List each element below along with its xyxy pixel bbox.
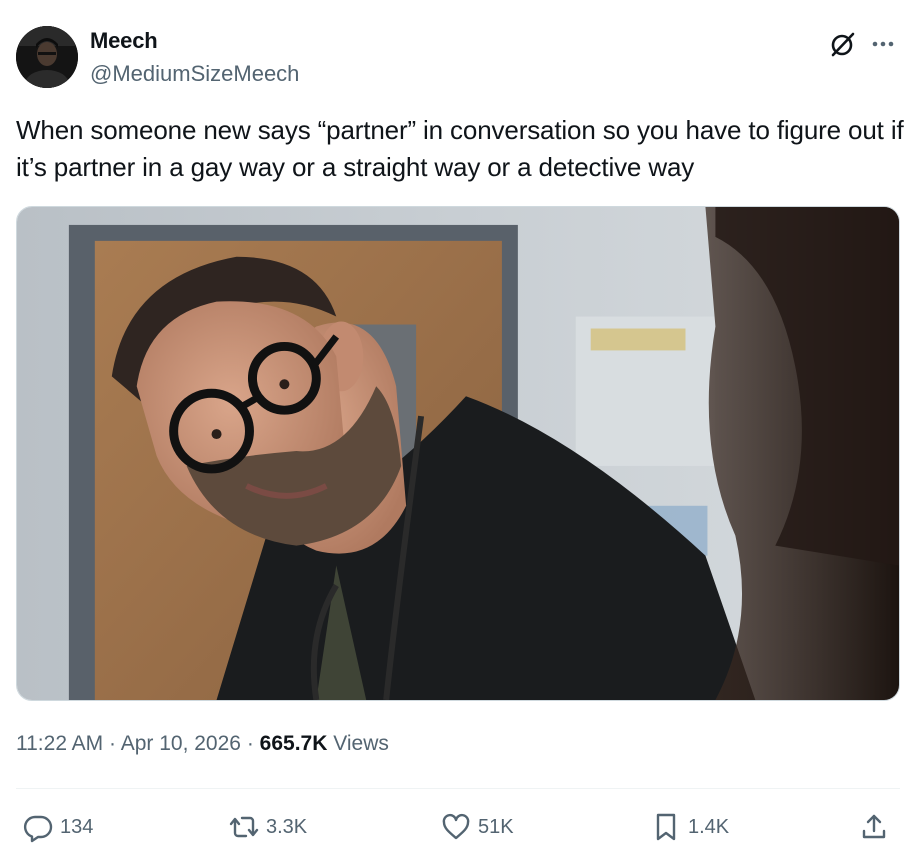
tweet-photo[interactable] (16, 206, 900, 701)
like-button[interactable]: 51K (440, 808, 514, 846)
grok-icon[interactable] (828, 30, 856, 58)
heart-icon (442, 813, 470, 840)
meta-separator: · (246, 732, 254, 755)
tweet-text: When someone new says “partner” in conve… (16, 115, 904, 182)
divider (16, 788, 900, 789)
tweet-meta: 11:22 AM · Apr 10, 2026 · 665.7K Views (16, 732, 389, 756)
reply-icon (23, 815, 53, 843)
bookmark-count: 1.4K (688, 815, 730, 838)
handle[interactable]: @MediumSizeMeech (90, 61, 299, 87)
tweet-date[interactable]: Apr 10, 2026 (121, 732, 241, 755)
repost-button[interactable]: 3.3K (228, 808, 307, 846)
avatar-image (16, 26, 78, 88)
share-icon (862, 814, 886, 839)
reply-button[interactable]: 134 (22, 808, 93, 846)
like-count: 51K (478, 815, 514, 838)
avatar[interactable] (16, 26, 78, 88)
meta-separator: · (109, 732, 117, 755)
views-count: 665.7K (259, 732, 328, 755)
tweet-time[interactable]: 11:22 AM (16, 732, 103, 755)
views-label: Views (333, 732, 389, 755)
share-button[interactable] (858, 808, 890, 846)
display-name[interactable]: Meech (90, 28, 158, 54)
repost-count: 3.3K (266, 815, 308, 838)
more-icon[interactable] (866, 30, 900, 58)
photo-scene (17, 207, 899, 700)
repost-icon (229, 816, 259, 838)
reply-count: 134 (60, 815, 94, 838)
bookmark-button[interactable]: 1.4K (650, 808, 729, 846)
bookmark-icon (656, 813, 676, 841)
